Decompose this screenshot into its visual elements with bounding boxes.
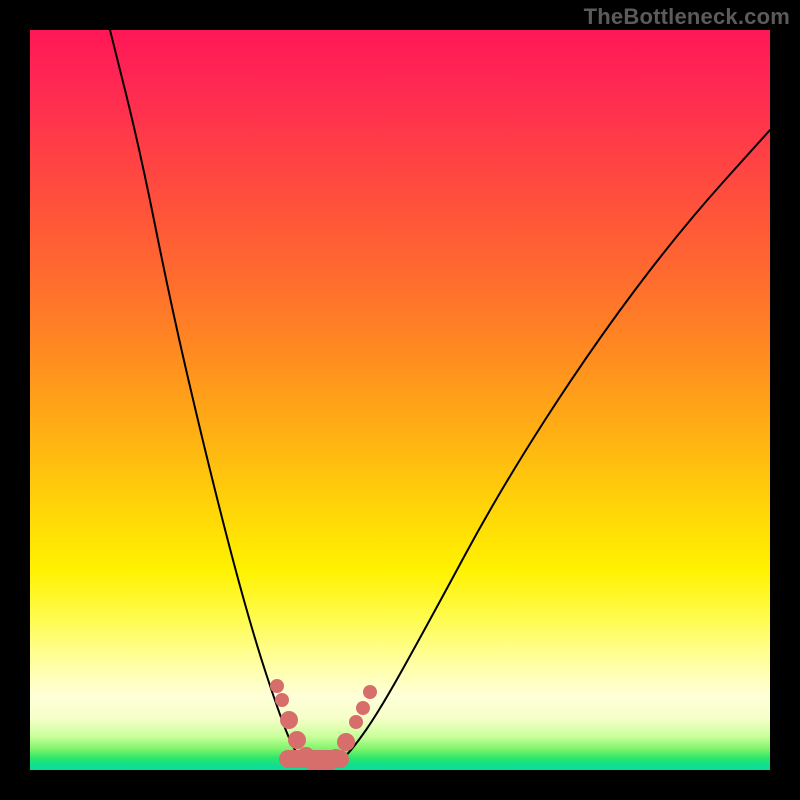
curve-layer <box>30 30 770 770</box>
marker-dot <box>280 711 298 729</box>
marker-dot <box>270 679 284 693</box>
marker-dot <box>349 715 363 729</box>
marker-dot <box>275 693 289 707</box>
plot-area <box>30 30 770 770</box>
watermark-text: TheBottleneck.com <box>584 4 790 30</box>
chart-stage: TheBottleneck.com <box>0 0 800 800</box>
marker-dot <box>288 731 306 749</box>
curve-left-branch <box>110 30 320 770</box>
marker-dot <box>337 733 355 751</box>
curve-right-branch <box>320 130 770 770</box>
marker-dot <box>363 685 377 699</box>
marker-dot <box>356 701 370 715</box>
